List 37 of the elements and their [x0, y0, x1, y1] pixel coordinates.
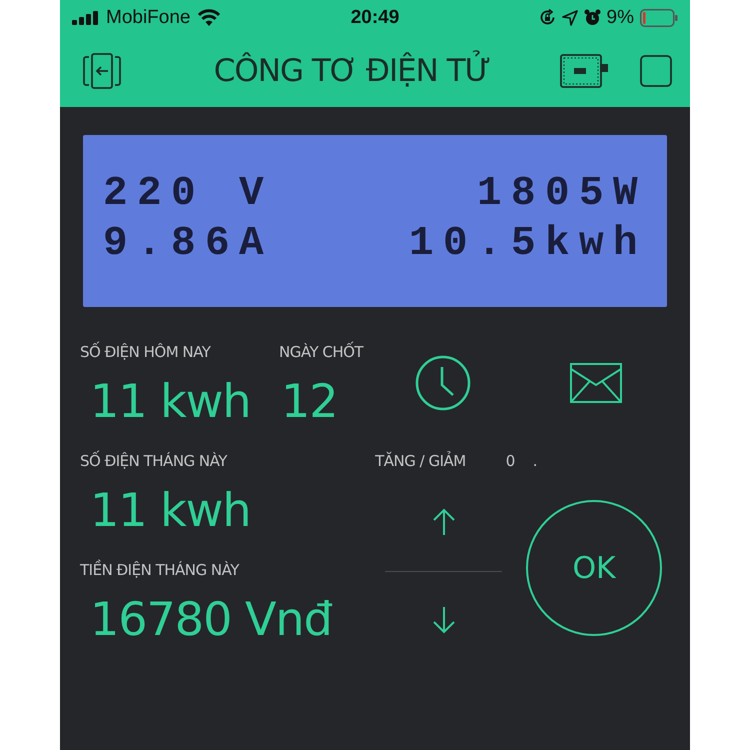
step-suffix: .: [532, 452, 538, 470]
wifi-icon: [196, 9, 220, 26]
exit-button[interactable]: [82, 53, 122, 89]
widget-label: NGÀY CHỐT: [279, 343, 364, 361]
clock-icon: [415, 355, 472, 411]
email-button[interactable]: [570, 363, 622, 403]
exit-icon: [82, 53, 122, 89]
widget-label: TĂNG / GIẢM: [375, 452, 466, 470]
rotation-lock-icon: [538, 9, 556, 26]
down-arrow-icon: [432, 606, 455, 634]
widget-label: SỐ ĐIỆN HÔM NAY: [80, 343, 210, 361]
clock-time: 20:49: [350, 6, 400, 28]
increase-button[interactable]: [432, 508, 455, 536]
value-display: 16780 Vnđ: [90, 591, 332, 647]
battery-percent: 9%: [606, 6, 634, 28]
widget-label: SỐ ĐIỆN THÁNG NÀY: [80, 452, 227, 470]
ok-button[interactable]: OK: [526, 500, 662, 636]
step-value: 0: [506, 452, 515, 470]
device-button[interactable]: [560, 54, 608, 88]
carrier-name: MobiFone: [106, 6, 190, 28]
lcd-text: 220 V 1805W: [103, 170, 648, 219]
square-button[interactable]: [640, 55, 672, 87]
timer-button[interactable]: [415, 355, 472, 411]
up-arrow-icon: [432, 508, 455, 536]
alarm-icon: [584, 9, 601, 26]
signal-icon: [72, 10, 100, 24]
widget-label: TIỀN ĐIỆN THÁNG NÀY: [80, 561, 239, 579]
battery-icon: [640, 8, 678, 26]
location-icon: [562, 10, 578, 26]
square-icon: [640, 55, 672, 87]
value-display: 11 kwh: [90, 373, 251, 429]
circuit-board-icon: [560, 54, 608, 88]
lcd-text: 9.86A 10.5kwh: [103, 220, 648, 269]
decrease-button[interactable]: [432, 606, 455, 634]
envelope-icon: [570, 363, 622, 403]
value-display: 11 kwh: [90, 482, 251, 538]
value-display: 12: [281, 373, 338, 429]
